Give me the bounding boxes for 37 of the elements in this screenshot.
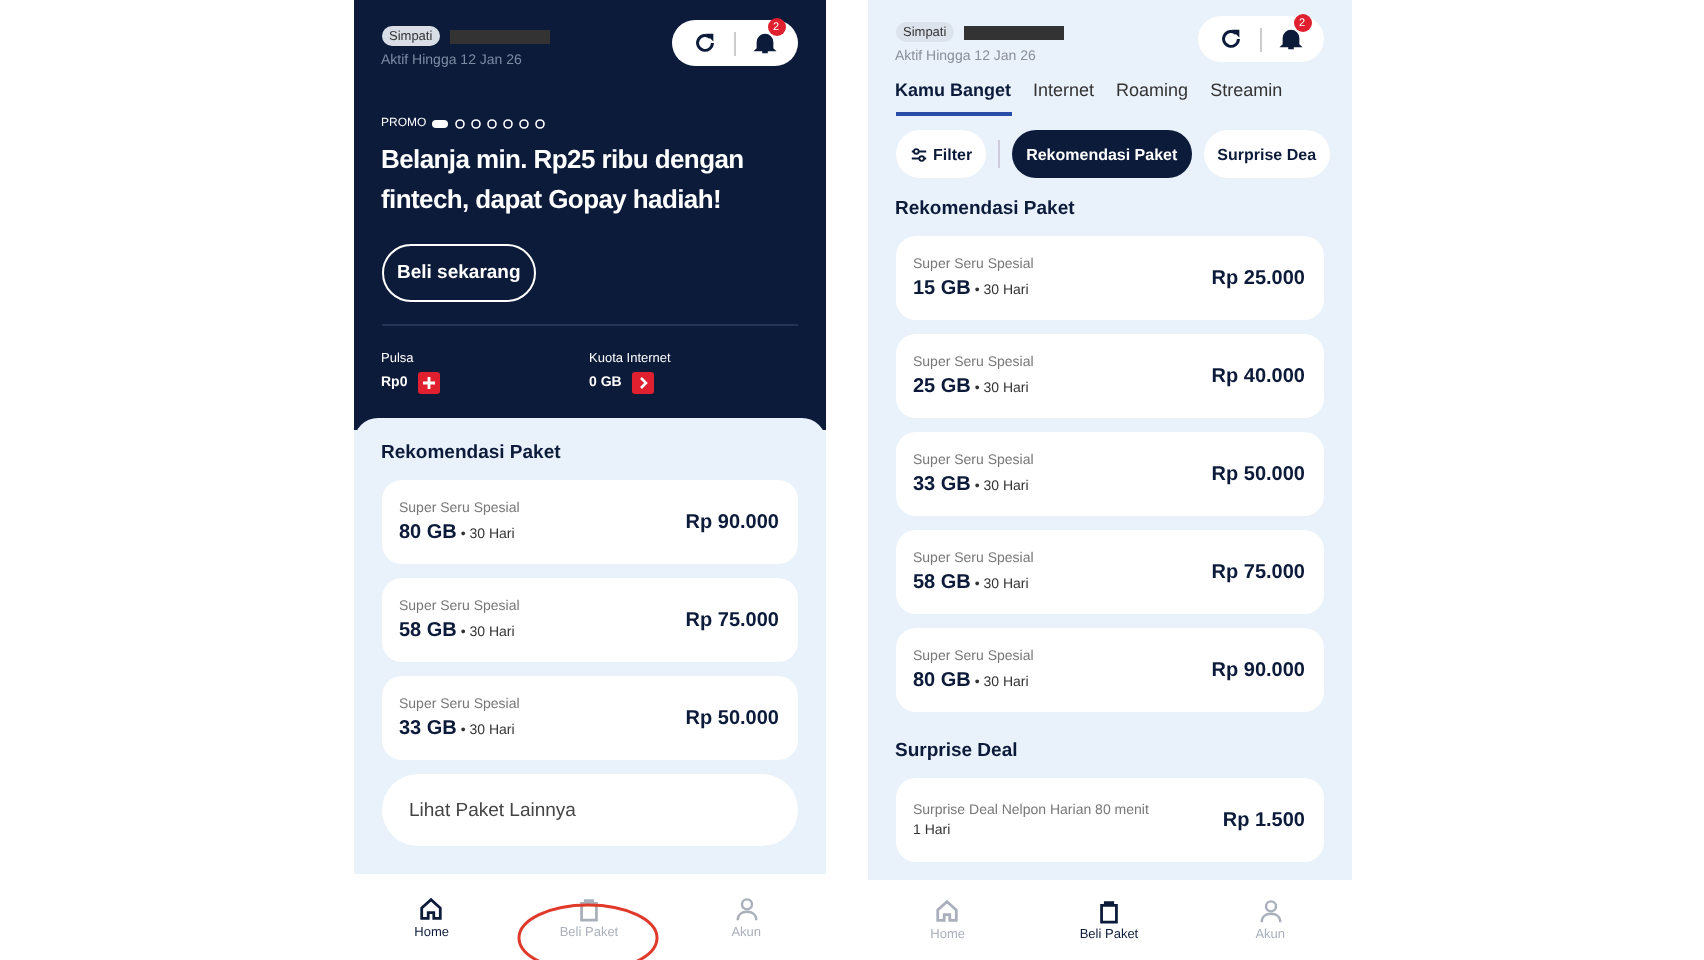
section-title: Rekomendasi Paket <box>895 198 1077 220</box>
package-price: Rp 50.000 <box>685 707 779 729</box>
home-icon <box>934 898 961 924</box>
package-price: Rp 90.000 <box>685 511 779 533</box>
category-tab[interactable]: Roaming <box>1116 80 1189 116</box>
home-icon <box>418 895 445 921</box>
section-title: Rekomendasi Paket <box>381 442 563 464</box>
category-tab[interactable]: Kamu Banget <box>895 80 1012 116</box>
plus-icon[interactable] <box>417 372 440 394</box>
buy-now-button[interactable]: Beli sekarang <box>381 244 537 302</box>
shopping-bag-icon <box>1095 898 1122 924</box>
package-price: Rp 90.000 <box>1211 659 1305 681</box>
chevron-icon[interactable] <box>631 372 654 394</box>
category-chip[interactable]: Rekomendasi Paket <box>1012 130 1192 178</box>
shopping-bag-icon <box>575 895 602 921</box>
package-price: Rp 75.000 <box>1211 561 1305 583</box>
person-icon <box>1257 898 1284 924</box>
category-chip[interactable]: Surprise Dea <box>1203 130 1331 178</box>
redaction-bar <box>964 25 1065 39</box>
bell-icon[interactable] <box>751 30 777 56</box>
refresh-icon[interactable] <box>691 30 717 56</box>
package-price: Rp 25.000 <box>1211 267 1305 289</box>
bell-icon[interactable] <box>1277 26 1303 52</box>
category-tab[interactable]: Internet <box>1033 80 1095 116</box>
package-price: Rp 40.000 <box>1211 365 1305 387</box>
package-price: Rp 75.000 <box>685 609 779 631</box>
more-packages-button[interactable]: Lihat Paket Lainnya <box>381 774 797 846</box>
package-price: Rp 1.500 <box>1222 809 1305 831</box>
redaction-bar <box>450 29 551 43</box>
refresh-icon[interactable] <box>1217 26 1243 52</box>
filter-button[interactable]: Filter <box>895 130 987 178</box>
package-price: Rp 50.000 <box>1211 463 1305 485</box>
filter-icon <box>909 145 927 163</box>
category-tab[interactable]: Streamin <box>1210 80 1283 116</box>
promo-headline: Belanja min. Rp25 ribu dengan fintech, dapat Gopay hadiah! <box>381 142 746 218</box>
person-icon <box>733 895 760 921</box>
section-title: Surprise Deal <box>895 740 1020 762</box>
